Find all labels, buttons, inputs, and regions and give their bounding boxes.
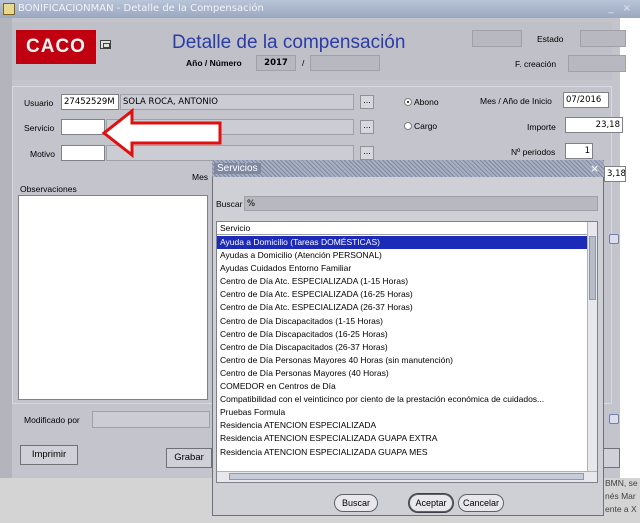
modificado-label: Modificado por — [24, 415, 80, 425]
dialog-buscar-button[interactable]: Buscar — [334, 494, 378, 512]
list-item[interactable]: Centro de Día Atc. ESPECIALIZADA (1-15 H… — [217, 275, 587, 288]
dialog-close-icon[interactable]: × — [590, 160, 599, 177]
window-controls[interactable]: _ × — [608, 0, 634, 18]
cargo-label: Cargo — [414, 121, 438, 131]
servicio-label: Servicio — [24, 123, 55, 133]
observaciones-label: Observaciones — [20, 184, 77, 194]
dialog-title: Servicios — [214, 163, 261, 174]
motivo-label: Motivo — [30, 149, 56, 159]
estado-label: Estado — [537, 34, 564, 44]
side-scroll-up-icon[interactable] — [609, 234, 619, 244]
abono-label: Abono — [414, 97, 439, 107]
importe-field[interactable]: 23,18 — [565, 117, 623, 133]
cargo-radio[interactable] — [404, 122, 412, 130]
list-item[interactable]: Centro de Día Personas Mayores 40 Horas … — [217, 354, 587, 367]
numero-field[interactable] — [310, 55, 380, 71]
mes-label: Mes — [192, 172, 209, 182]
usuario-label: Usuario — [24, 98, 54, 108]
motivo-code-field[interactable] — [61, 145, 105, 161]
window-title: BONIFICACIONMAN - Detalle de la Compensa… — [18, 3, 264, 14]
imprimir-button[interactable]: Imprimir — [20, 445, 78, 465]
list-column-header: Servicio — [217, 222, 587, 235]
list-item[interactable]: Centro de Día Discapacitados (1-15 Horas… — [217, 315, 587, 328]
list-item[interactable]: Residencia ATENCION ESPECIALIZADA — [217, 419, 587, 432]
grabar-button[interactable]: Grabar — [166, 448, 212, 468]
bg-text-3: ente a X — [605, 504, 637, 514]
list-vertical-scrollbar[interactable] — [587, 222, 597, 471]
caco-logo: CACO — [16, 30, 96, 64]
list-item[interactable]: Centro de Día Discapacitados (16-25 Hora… — [217, 328, 587, 341]
list-item[interactable]: Pruebas Formula — [217, 406, 587, 419]
mes-inicio-label: Mes / Año de Inicio — [480, 96, 552, 106]
side-scroll-down-icon[interactable] — [609, 414, 619, 424]
horizontal-scroll-thumb[interactable] — [229, 473, 584, 480]
anio-separator: / — [302, 58, 305, 68]
bg-text-1: BMN, se — [605, 478, 638, 488]
list-body: Ayuda a Domicilio (Tareas DOMÉSTICAS) Ayu… — [217, 236, 587, 459]
side-amount-field: 3,18 — [604, 166, 626, 182]
list-item[interactable]: Centro de Día Personas Mayores (40 Horas… — [217, 367, 587, 380]
list-item[interactable]: COMEDOR en Centros de Día — [217, 380, 587, 393]
window-toggle-icon[interactable] — [100, 40, 111, 49]
side-list — [604, 230, 622, 430]
list-item[interactable]: Residencia ATENCION ESPECIALIZADA GUAPA … — [217, 446, 587, 459]
dialog-aceptar-button[interactable]: Aceptar — [409, 494, 453, 512]
fcreacion-label: F. creación — [515, 59, 557, 69]
servicios-list: Servicio Ayuda a Domicilio (Tareas DOMÉS… — [216, 221, 598, 483]
list-item[interactable]: Centro de Día Discapacitados (26-37 Hora… — [217, 341, 587, 354]
anio-field[interactable]: 2017 — [256, 55, 296, 71]
list-item[interactable]: Ayudas a Domicilio (Atención PERSONAL) — [217, 249, 587, 262]
app-icon — [3, 3, 15, 15]
list-item[interactable]: Ayudas Cuidados Entorno Familiar — [217, 262, 587, 275]
left-strip — [0, 18, 12, 478]
periodos-label: Nº periodos — [511, 147, 556, 157]
list-item[interactable]: Centro de Día Atc. ESPECIALIZADA (16-25 … — [217, 288, 587, 301]
fcreacion-field[interactable] — [568, 55, 626, 72]
vertical-scroll-thumb[interactable] — [589, 236, 596, 300]
bg-text-2: nés Mar — [605, 491, 636, 501]
servicio-lookup-button[interactable]: ... — [360, 120, 374, 134]
list-item[interactable]: Compatibilidad con el veinticinco por ci… — [217, 393, 587, 406]
dialog-cancelar-button[interactable]: Cancelar — [458, 494, 504, 512]
importe-label: Importe — [527, 122, 556, 132]
estado-field[interactable] — [580, 30, 626, 47]
dialog-buscar-label: Buscar — [216, 199, 243, 209]
periodos-field[interactable]: 1 — [565, 143, 593, 159]
servicio-code-field[interactable] — [61, 119, 105, 135]
observaciones-textarea[interactable] — [18, 195, 208, 400]
abono-radio[interactable] — [404, 98, 412, 106]
list-horizontal-scrollbar[interactable] — [217, 471, 597, 482]
modificado-field — [92, 411, 210, 428]
motivo-lookup-button[interactable]: ... — [360, 146, 374, 160]
dialog-buscar-field[interactable]: % — [244, 196, 598, 211]
dialog-titlebar: Servicios — [212, 160, 604, 177]
anio-numero-label: Año / Número — [186, 58, 242, 68]
estado-indicator — [472, 30, 522, 47]
page-title: Detalle de la compensación — [172, 32, 406, 53]
list-item[interactable]: Ayuda a Domicilio (Tareas DOMÉSTICAS) — [217, 236, 587, 250]
mes-inicio-field[interactable]: 07/2016 — [563, 92, 609, 108]
red-arrow-icon — [102, 108, 222, 158]
window-titlebar: BONIFICACIONMAN - Detalle de la Compensa… — [0, 0, 640, 18]
list-item[interactable]: Residencia ATENCION ESPECIALIZADA GUAPA … — [217, 432, 587, 445]
usuario-lookup-button[interactable]: ... — [360, 95, 374, 109]
list-item[interactable]: Centro de Día Atc. ESPECIALIZADA (26-37 … — [217, 301, 587, 314]
